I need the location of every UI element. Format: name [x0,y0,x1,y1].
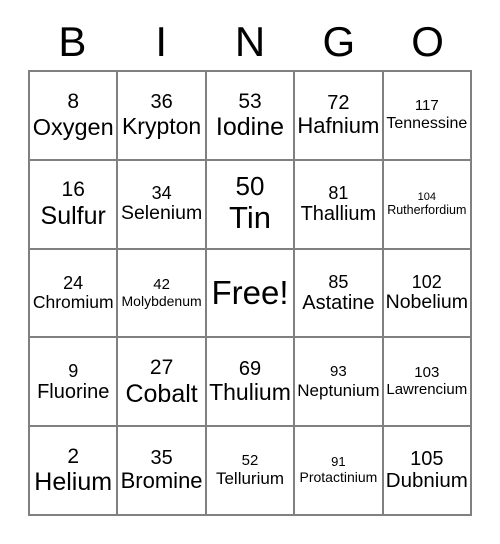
bingo-cell[interactable]: 36 Krypton [118,72,207,161]
bingo-cell[interactable]: 52 Tellurium [206,427,296,516]
bingo-header-letter-i: I [155,18,168,65]
cell-atomic-number: 27 [149,356,174,380]
cell-element-name: Lawrencium [386,380,468,398]
cell-atomic-number: 93 [330,362,347,380]
cell-atomic-number: 91 [331,454,346,470]
cell-element-name: Helium [34,468,113,497]
bingo-cell[interactable]: 42 Molybdenum [118,249,207,339]
bingo-cell[interactable]: 34 Selenium [118,160,207,250]
cell-element-name: Protactinium [299,469,378,486]
cell-element-name: Neptunium [297,380,380,400]
bingo-header-row: BINGO [28,14,472,70]
bingo-header-letter-n: N [234,18,266,65]
bingo-cell[interactable]: 102 Nobelium [383,249,472,339]
cell-element-name: Fluorine [37,380,110,403]
cell-atomic-number: 104 [417,191,436,204]
cell-atomic-number: 103 [414,363,440,381]
cell-atomic-number: 81 [328,182,349,203]
bingo-cell[interactable]: 105 Dubnium [383,427,472,516]
cell-atomic-number: 16 [61,178,85,202]
bingo-header-letter-g: G [322,18,356,65]
bingo-cell[interactable]: 81 Thallium [295,160,384,250]
cell-atomic-number: 52 [241,451,259,469]
cell-element-name: Astatine [302,291,375,314]
bingo-cell[interactable]: 53 Iodine [206,72,296,161]
bingo-header-letter-b: B [58,18,87,65]
bingo-cell[interactable]: 16 Sulfur [30,160,119,250]
bingo-cell[interactable]: 2 Helium [30,427,119,516]
bingo-card: BINGO 8 Oxygen 36 Krypton 53 Iodine 72 Hafnium 1… [0,0,500,544]
cell-element-name: Dubnium [385,469,468,493]
bingo-cell[interactable]: 8 Oxygen [30,72,119,161]
cell-atomic-number: 105 [410,447,444,470]
cell-atomic-number: 85 [328,271,349,292]
bingo-cell[interactable]: 50 Tin [206,160,296,250]
bingo-cell[interactable]: 93 Neptunium [295,338,384,428]
bingo-cell[interactable]: 117 Tennessine [383,72,472,161]
bingo-cell[interactable]: 72 Hafnium [295,72,384,161]
cell-element-name: Bromine [120,468,203,494]
cell-element-name: Tennessine [386,114,468,132]
cell-atomic-number: 9 [68,360,79,381]
bingo-header-letter-o: O [411,18,444,65]
cell-atomic-number: 50 [235,171,265,202]
cell-element-name: Nobelium [385,291,468,314]
cell-element-name: Thulium [209,379,291,406]
cell-atomic-number: 36 [150,91,173,114]
bingo-cell[interactable]: 9 Fluorine [30,338,119,428]
cell-element-name: Krypton [121,112,202,139]
cell-atomic-number: 69 [238,357,262,380]
cell-atomic-number: 117 [414,97,439,115]
cell-element-name: Sulfur [40,201,106,230]
cell-element-name: Iodine [215,113,285,142]
bingo-cell[interactable]: 27 Cobalt [118,338,207,428]
bingo-cell[interactable]: 35 Bromine [118,427,207,516]
cell-element-name: Molybdenum [121,292,202,309]
bingo-cell[interactable]: 69 Thulium [206,338,296,428]
cell-element-name: Tellurium [215,469,284,489]
cell-atomic-number: 102 [411,272,442,292]
cell-atomic-number: 35 [150,447,173,470]
cell-atomic-number: 34 [151,183,172,204]
cell-atomic-number: 53 [238,89,262,113]
cell-atomic-number: 24 [63,273,84,294]
cell-element-name: Cobalt [125,379,198,408]
cell-element-name: Chromium [32,292,114,313]
bingo-cell[interactable]: 85 Astatine [295,249,384,339]
bingo-cell[interactable]: 91 Protactinium [295,427,384,516]
cell-atomic-number: 72 [327,91,350,114]
cell-element-name: Thallium [300,203,377,226]
bingo-grid: 8 Oxygen 36 Krypton 53 Iodine 72 Hafnium 117 Tenn… [28,70,472,516]
cell-element-name: Tin [229,200,271,236]
cell-atomic-number: 8 [67,90,80,114]
cell-atomic-number: 42 [153,275,170,293]
bingo-free-space[interactable]: Free! [206,249,296,339]
bingo-cell[interactable]: 103 Lawrencium [383,338,472,428]
bingo-cell[interactable]: 24 Chromium [30,249,119,339]
cell-element-name: Rutherfordium [387,203,467,218]
bingo-cell[interactable]: 104 Rutherfordium [383,160,472,250]
cell-element-name: Hafnium [297,113,380,139]
cell-element-name: Oxygen [32,114,114,140]
cell-element-name: Selenium [120,202,203,225]
free-space-label: Free! [211,274,289,312]
cell-atomic-number: 2 [67,444,80,468]
